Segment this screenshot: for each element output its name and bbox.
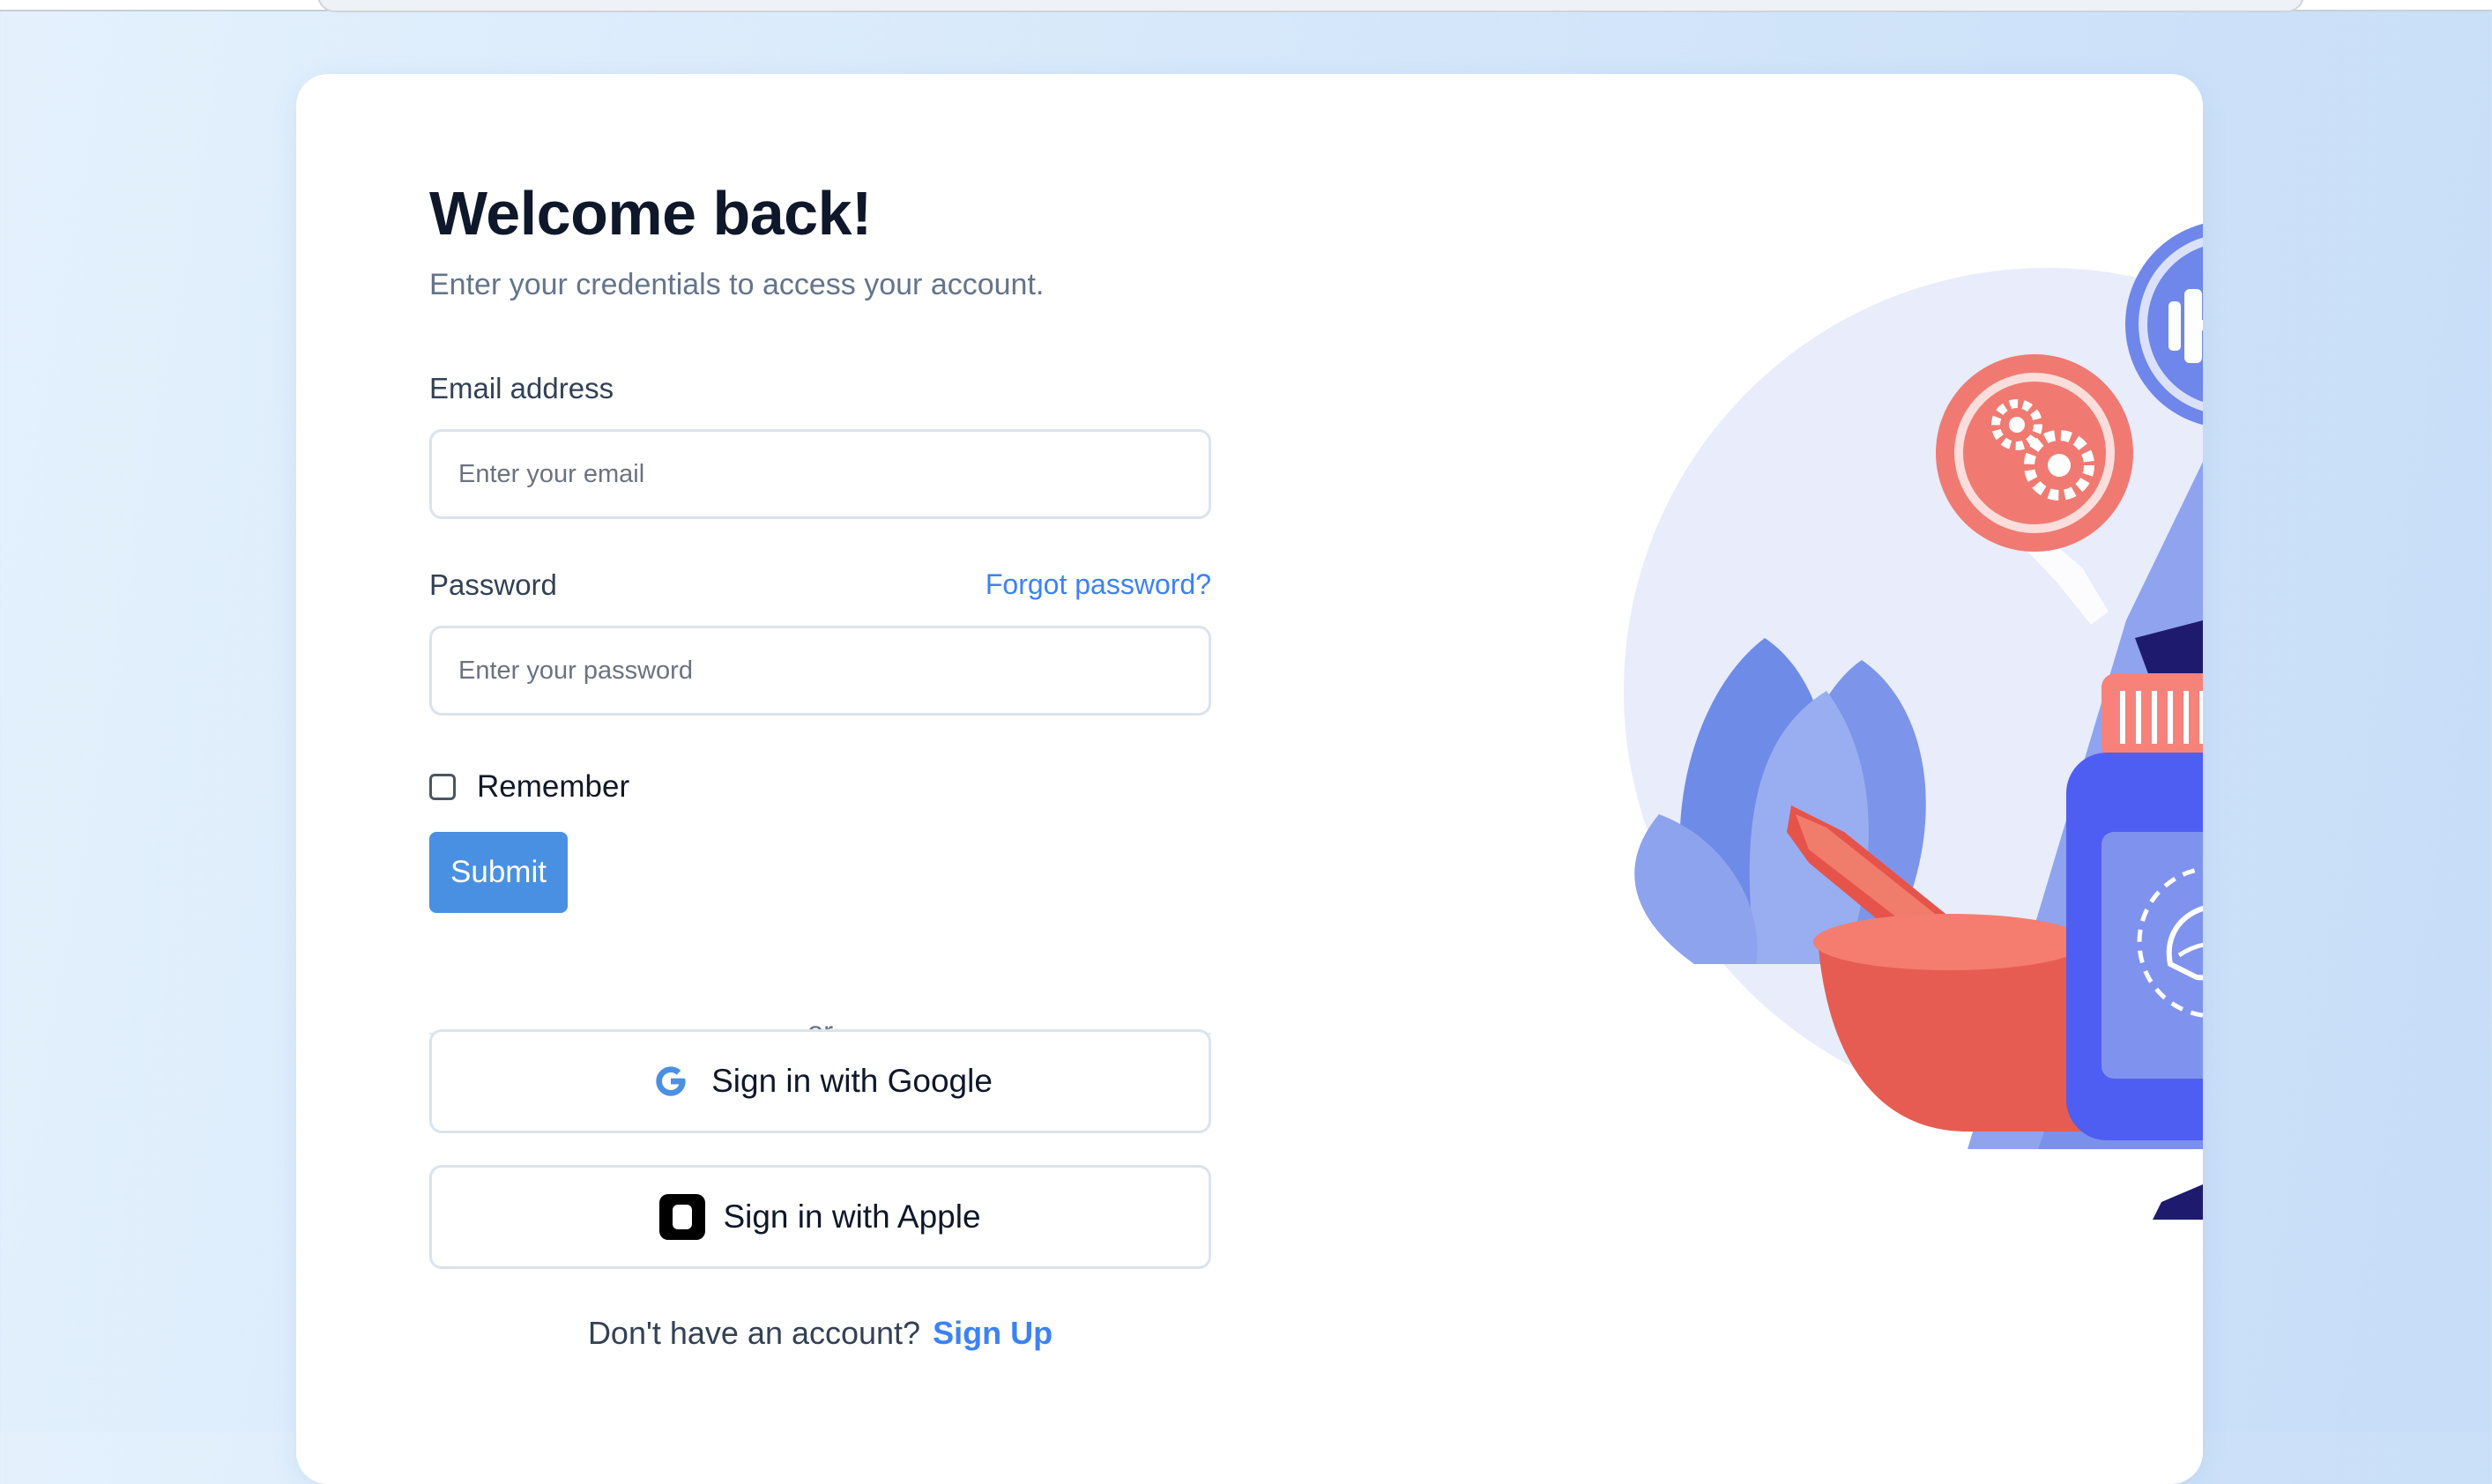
google-signin-label: Sign in with Google	[711, 1063, 993, 1099]
remember-row: Remember	[429, 765, 629, 809]
browser-address-bar[interactable]	[317, 0, 2304, 12]
email-input[interactable]	[429, 429, 1211, 519]
remember-checkbox[interactable]	[429, 774, 456, 800]
google-signin-button[interactable]: Sign in with Google	[429, 1029, 1211, 1133]
submit-button[interactable]: Submit	[429, 832, 568, 913]
signup-link[interactable]: Sign Up	[933, 1315, 1053, 1351]
apple-icon	[659, 1194, 706, 1240]
login-card: Welcome back! Enter your credentials to …	[296, 74, 2203, 1484]
clipboard-base	[2153, 1184, 2203, 1220]
apple-signin-label: Sign in with Apple	[723, 1198, 981, 1235]
browser-top-bar	[0, 0, 2492, 12]
password-label: Password	[429, 568, 557, 601]
forgot-password-link[interactable]: Forgot password?	[986, 568, 1211, 601]
signup-row: Don't have an account? Sign Up	[429, 1315, 1211, 1352]
bottle-label	[2101, 832, 2203, 1079]
page-title: Welcome back!	[429, 179, 872, 248]
mortar-rim	[1813, 914, 2087, 970]
gears-icon	[1936, 354, 2133, 552]
page-subtitle: Enter your credentials to access your ac…	[429, 268, 1045, 301]
email-label: Email address	[429, 372, 614, 404]
signup-prompt: Don't have an account?	[587, 1315, 921, 1351]
health-illustration	[1474, 74, 2203, 1220]
password-input[interactable]	[429, 626, 1211, 716]
apple-signin-button[interactable]: Sign in with Apple	[429, 1165, 1211, 1269]
google-icon	[648, 1058, 694, 1104]
remember-label: Remember	[477, 769, 630, 804]
